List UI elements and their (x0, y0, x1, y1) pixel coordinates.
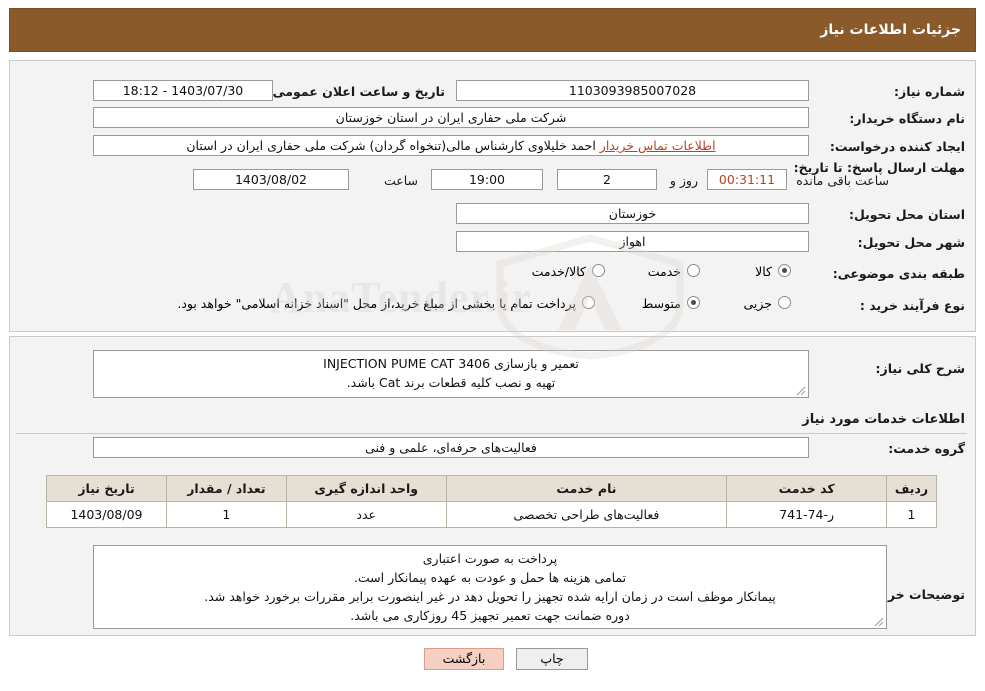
buyer-org-value: شرکت ملی حفاری ایران در استان خوزستان (93, 107, 809, 128)
divider (16, 433, 967, 434)
header-bar: جزئیات اطلاعات نیاز (9, 8, 976, 52)
page-title: جزئیات اطلاعات نیاز (820, 22, 961, 38)
category-label: طبقه بندی موضوعی: (832, 266, 965, 281)
deadline-countdown-suffix: ساعت باقی مانده (796, 173, 889, 188)
requester-value-box: اطلاعات تماس خریدار احمد خلیلاوی کارشناس… (93, 135, 809, 156)
buyer-contact-link[interactable]: اطلاعات تماس خریدار (600, 138, 716, 153)
need-description-panel: شرح کلی نیاز: تعمیر و بازسازی INJECTION … (9, 336, 976, 636)
services-heading: اطلاعات خدمات مورد نیاز (802, 412, 965, 427)
service-group-value: فعالیت‌های حرفه‌ای، علمی و فنی (93, 437, 809, 458)
buyer-note-line-1: پرداخت به صورت اعتباری (422, 551, 558, 566)
process-radio-motavasset[interactable] (687, 296, 700, 309)
buyer-note-line-3: پیمانکار موظف است در زمان ارایه شده تجهی… (204, 589, 776, 604)
category-radio-kala[interactable] (778, 264, 791, 277)
service-group-label: گروه خدمت: (888, 441, 965, 456)
announce-datetime-label: تاریخ و ساعت اعلان عمومی: (267, 84, 445, 99)
general-desc-line2: تهیه و نصب کلیه قطعات برند Cat باشد. (346, 375, 556, 390)
process-radio-note[interactable] (582, 296, 595, 309)
need-details-panel: شماره نیاز: 1103093985007028 تاریخ و ساع… (9, 60, 976, 332)
general-desc-line1: تعمیر و بازسازی INJECTION PUME CAT 3406 (323, 356, 579, 371)
buyer-note-line-4: دوره ضمانت جهت تعمیر تجهیز 45 روزکاری می… (350, 608, 630, 623)
th-code: کد خدمت (726, 475, 888, 502)
category-label-kala-khedmat: کالا/خدمت (531, 264, 586, 279)
category-label-khedmat: خدمت (647, 264, 681, 279)
general-desc-label: شرح کلی نیاز: (875, 361, 965, 376)
table-row: 1 ر-74-741 فعالیت‌های طراحی تخصصی عدد 1 … (46, 501, 937, 528)
resize-handle-icon[interactable] (796, 386, 806, 396)
delivery-city-value: اهواز (456, 231, 809, 252)
deadline-countdown: 00:31:11 (707, 169, 787, 190)
td-name: فعالیت‌های طراحی تخصصی (445, 501, 728, 528)
th-row: ردیف (886, 475, 937, 502)
process-label: نوع فرآیند خرید : (859, 298, 965, 313)
deadline-days-label: روز و (669, 173, 698, 188)
td-row: 1 (886, 501, 937, 528)
resize-handle-icon[interactable] (874, 617, 884, 627)
th-qty: تعداد / مقدار (165, 475, 287, 502)
process-label-jozei: جزیی (743, 296, 772, 311)
announce-datetime-value: 1403/07/30 - 18:12 (93, 80, 273, 101)
deadline-hour: 19:00 (431, 169, 543, 190)
delivery-province-label: استان محل تحویل: (848, 207, 965, 222)
buyer-note-line-2: تمامی هزینه ها حمل و عودت به عهده پیمانک… (353, 570, 627, 585)
deadline-hour-label: ساعت (383, 173, 418, 188)
buyer-org-label: نام دستگاه خریدار: (849, 111, 965, 126)
th-date: تاریخ نیاز (46, 475, 167, 502)
th-unit: واحد اندازه گیری (285, 475, 447, 502)
table-header-row: ردیف کد خدمت نام خدمت واحد اندازه گیری ت… (46, 475, 937, 502)
category-radio-kala-khedmat[interactable] (592, 264, 605, 277)
th-name: نام خدمت (445, 475, 728, 502)
td-date: 1403/08/09 (46, 501, 167, 528)
td-qty: 1 (165, 501, 287, 528)
deadline-date: 1403/08/02 (193, 169, 349, 190)
category-radio-khedmat[interactable] (687, 264, 700, 277)
process-note: پرداخت تمام یا بخشی از مبلغ خرید،از محل … (177, 296, 576, 311)
need-number-value: 1103093985007028 (456, 80, 809, 101)
delivery-province-value: خوزستان (456, 203, 809, 224)
process-radio-jozei[interactable] (778, 296, 791, 309)
deadline-days: 2 (557, 169, 657, 190)
category-label-kala: کالا (755, 264, 772, 279)
print-button[interactable]: چاپ (516, 648, 588, 670)
general-desc-box[interactable]: تعمیر و بازسازی INJECTION PUME CAT 3406 … (93, 350, 809, 398)
buyer-notes-box[interactable]: پرداخت به صورت اعتباری تمامی هزینه ها حم… (93, 545, 887, 629)
page-root: جزئیات اطلاعات نیاز شماره نیاز: 11030939… (0, 0, 985, 691)
delivery-city-label: شهر محل تحویل: (857, 235, 965, 250)
need-number-label: شماره نیاز: (894, 84, 965, 99)
td-unit: عدد (285, 501, 447, 528)
requester-label: ایجاد کننده درخواست: (829, 139, 965, 154)
td-code: ر-74-741 (726, 501, 888, 528)
back-button[interactable]: بازگشت (424, 648, 504, 670)
requester-value: احمد خلیلاوی کارشناس مالی(تنخواه گردان) … (186, 138, 596, 153)
process-label-motavasset: متوسط (641, 296, 681, 311)
services-table: ردیف کد خدمت نام خدمت واحد اندازه گیری ت… (46, 475, 937, 528)
